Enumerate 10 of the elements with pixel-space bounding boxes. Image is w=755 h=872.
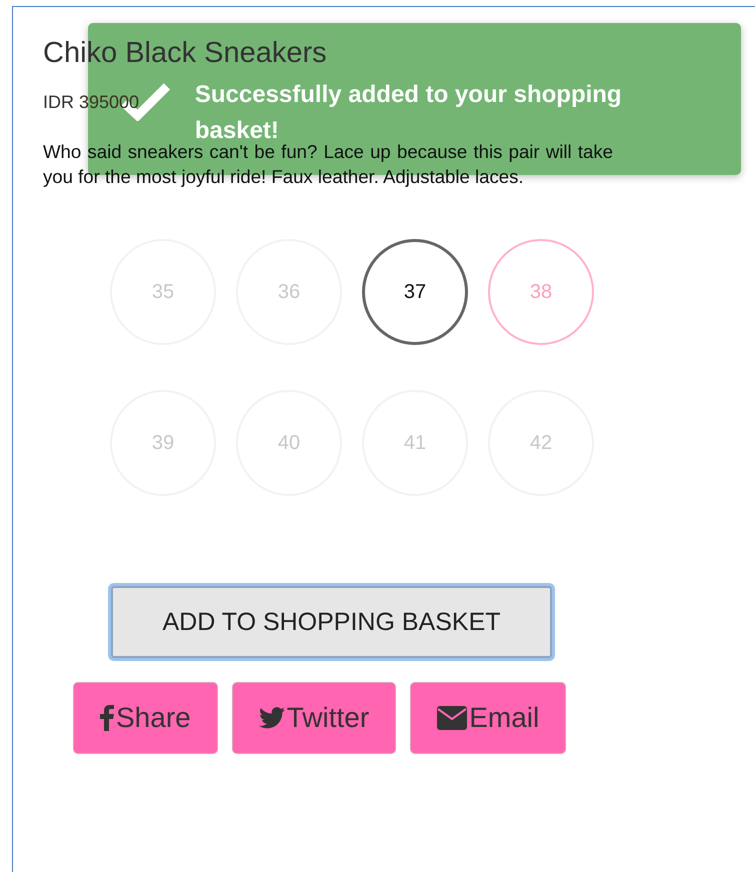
- share-button[interactable]: Email: [410, 682, 566, 754]
- envelope-icon: [437, 706, 468, 730]
- add-to-basket-button[interactable]: ADD TO SHOPPING BASKET: [111, 586, 552, 658]
- bird-icon: [258, 707, 285, 729]
- size-option[interactable]: 38: [488, 239, 594, 345]
- share-button[interactable]: Twitter: [232, 682, 396, 754]
- size-option[interactable]: 37: [362, 239, 468, 345]
- currency-label: IDR: [43, 92, 74, 113]
- facebook-icon: [100, 705, 114, 731]
- share-button[interactable]: Share: [73, 682, 218, 754]
